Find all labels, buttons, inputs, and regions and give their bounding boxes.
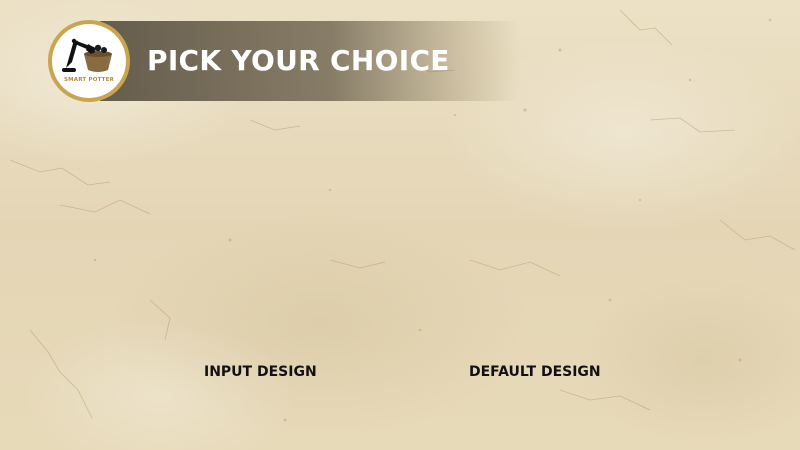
- input-design-option[interactable]: INPUT DESIGN: [204, 362, 317, 382]
- page-title: PICK YOUR CHOICE: [147, 44, 450, 77]
- excavator-pot-icon: [62, 38, 112, 72]
- logo-badge: SMART POTTER: [52, 24, 126, 98]
- default-design-option[interactable]: DEFAULT DESIGN: [469, 362, 601, 382]
- smart-potter-logo: SMART POTTER: [48, 20, 130, 102]
- logo-text: SMART POTTER: [63, 77, 115, 83]
